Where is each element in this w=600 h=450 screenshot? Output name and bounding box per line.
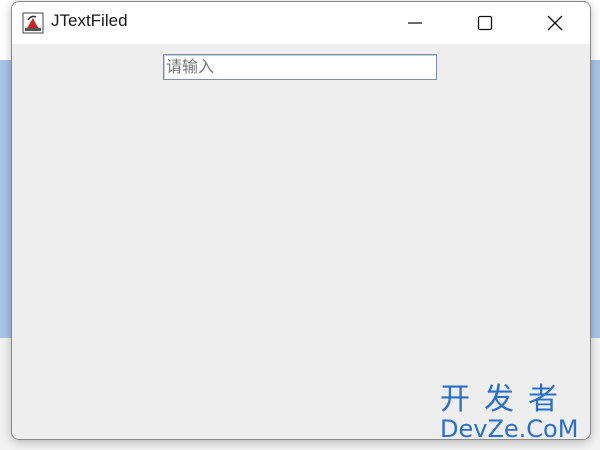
app-window: JTextFiled — [11, 1, 591, 440]
minimize-icon — [408, 22, 422, 24]
close-button[interactable] — [520, 2, 590, 44]
maximize-button[interactable] — [450, 2, 520, 44]
content-pane — [12, 44, 590, 439]
text-input-field[interactable] — [163, 54, 437, 80]
maximize-icon — [477, 15, 493, 31]
window-title: JTextFiled — [51, 11, 128, 30]
minimize-button[interactable] — [380, 2, 450, 44]
desktop: JTextFiled 开发者 DevZe. — [0, 0, 600, 450]
title-bar[interactable]: JTextFiled — [12, 2, 590, 44]
watermark-en: DevZe.CoM — [440, 415, 579, 443]
java-app-icon — [22, 12, 44, 34]
watermark-cn: 开发者 — [440, 382, 572, 417]
site-watermark: 开发者 DevZe.CoM — [440, 382, 590, 443]
close-icon — [547, 15, 563, 31]
